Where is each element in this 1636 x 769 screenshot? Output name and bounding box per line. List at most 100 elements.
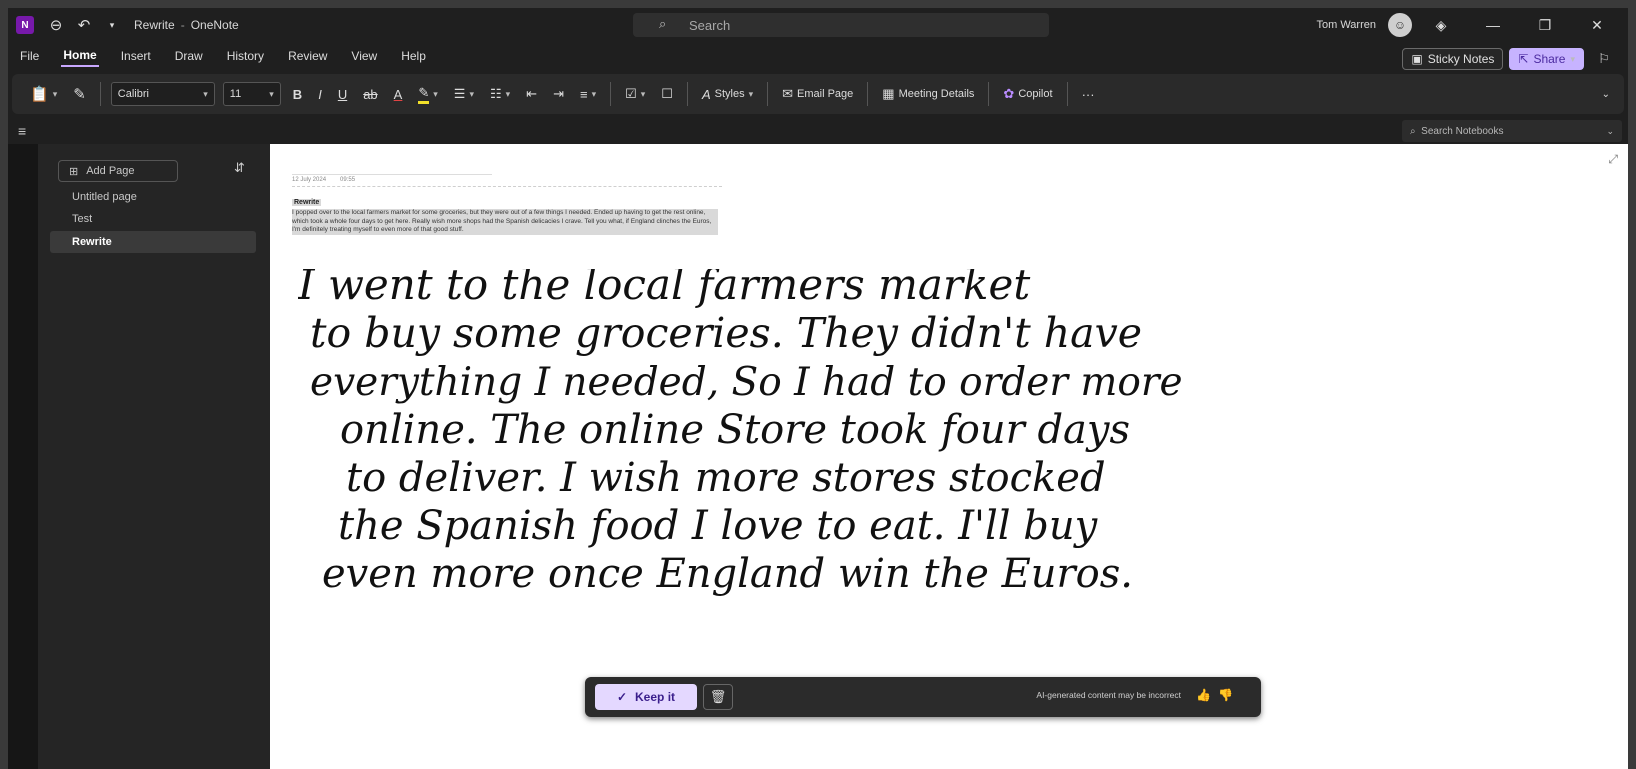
calendar-icon: ▦ (882, 86, 895, 101)
thumbs-down-icon[interactable]: 👎 (1218, 688, 1233, 702)
handwritten-ink[interactable]: I went to the local farmers market to bu… (297, 260, 1218, 629)
sticky-notes-button[interactable]: ▣ Sticky Notes (1402, 48, 1504, 70)
font-color-button[interactable]: A (386, 80, 411, 108)
page-item-test[interactable]: Test (50, 208, 256, 230)
diamond-rewards-icon[interactable]: ◈ (1418, 10, 1464, 40)
thumbs-up-icon[interactable]: 👍 (1196, 688, 1211, 702)
meeting-details-button[interactable]: ▦ Meeting Details (874, 80, 982, 108)
notebook-search-placeholder: Search Notebooks (1421, 125, 1504, 137)
menu-file[interactable]: File (18, 46, 41, 66)
expand-ribbon-icon[interactable]: ⌄ (1594, 80, 1618, 108)
highlight-icon[interactable]: ✎ ▾ (410, 80, 445, 108)
back-icon[interactable]: ⊖ (42, 11, 70, 39)
divider (610, 82, 612, 106)
chevron-down-icon: ▾ (269, 88, 274, 99)
font-size-select[interactable]: 11 ▾ (222, 82, 281, 106)
copilot-label: Copilot (1018, 88, 1053, 100)
bullet-list-icon[interactable]: ☰ ▾ (446, 80, 482, 108)
ink-line: even more once England win the Euros. (322, 551, 1133, 597)
close-button[interactable]: ✕ (1574, 10, 1620, 40)
discard-button[interactable]: 🗑 (703, 684, 733, 710)
share-button[interactable]: ⇱ Share ▾ (1509, 48, 1584, 70)
align-icon[interactable]: ≡ ▾ (572, 80, 604, 108)
note-canvas[interactable]: ⤢ 12 July 2024 09:55 Rewrite I popped ov… (270, 144, 1628, 769)
format-painter-icon[interactable]: ✎ (65, 80, 94, 108)
email-page-button[interactable]: ✉ Email Page (774, 80, 861, 108)
checkmark-icon: ✓ (616, 690, 628, 704)
copilot-button[interactable]: ✿ Copilot (995, 80, 1060, 108)
share-icon: ⇱ (1518, 52, 1529, 66)
font-size-value: 11 (229, 88, 242, 100)
styles-label: Styles (714, 88, 745, 100)
share-label: Share (1533, 52, 1566, 66)
restore-button[interactable]: ❐ (1522, 10, 1568, 40)
menu-review[interactable]: Review (286, 46, 329, 66)
font-name-select[interactable]: Calibri ▾ (110, 82, 215, 106)
search-input[interactable]: ⌕ Search (633, 13, 1049, 37)
menu-draw[interactable]: Draw (173, 46, 205, 66)
strikethrough-button[interactable]: ab (355, 80, 385, 108)
add-page-button[interactable]: ⊞ Add Page (58, 160, 178, 182)
menu-bar: File Home Insert Draw History Review Vie… (8, 42, 1628, 70)
title-bar: N ⊖ ↶ ▾ Rewrite - OneNote ⌕ Search Tom War… (8, 8, 1628, 42)
add-page-icon: ⊞ (69, 165, 79, 178)
fullscreen-icon[interactable]: ⤢ (1608, 152, 1618, 167)
increase-indent-icon[interactable]: ⇥ (545, 80, 572, 108)
sticky-notes-label: Sticky Notes (1427, 52, 1495, 66)
note-title: Rewrite (292, 199, 322, 206)
chevron-down-icon: ▾ (1570, 53, 1575, 64)
styles-icon: A (701, 86, 711, 102)
notebook-search-input[interactable]: ⌕ Search Notebooks ⌄ (1402, 120, 1622, 142)
divider (686, 82, 688, 106)
email-page-label: Email Page (797, 88, 854, 100)
ai-disclaimer: AI-generated content may be incorrect (1036, 690, 1181, 700)
page-item-rewrite[interactable]: Rewrite (50, 231, 256, 253)
menu-help[interactable]: Help (399, 46, 428, 66)
menu-view[interactable]: View (349, 46, 379, 66)
tag-icon[interactable]: ☑ ▾ (617, 80, 653, 108)
sort-icon[interactable]: ⇵ (234, 160, 245, 176)
underline-button[interactable]: U (330, 80, 355, 108)
rewritten-note-container[interactable]: Rewrite I popped over to the local farme… (292, 186, 722, 235)
chevron-down-icon: ⌄ (1606, 125, 1614, 136)
page-item-untitled[interactable]: Untitled page (50, 186, 256, 208)
ink-line: everything I needed, So I had to order m… (310, 360, 1183, 405)
quick-access-dropdown-icon[interactable]: ▾ (98, 11, 126, 39)
menu-insert[interactable]: Insert (119, 46, 153, 66)
meeting-details-label: Meeting Details (898, 88, 975, 100)
chevron-down-icon: ▾ (748, 88, 754, 99)
search-icon: ⌕ (1410, 125, 1416, 137)
page-time: 09:55 (340, 177, 356, 183)
ink-line: to buy some groceries. They didn't have (310, 309, 1142, 357)
ink-line: the Spanish food I love to eat. I'll buy (338, 503, 1099, 549)
ink-line: I went to the local farmers market (298, 269, 1030, 309)
divider (988, 82, 990, 106)
keep-it-button[interactable]: ✓ Keep it (595, 684, 697, 710)
bold-button[interactable]: B (285, 80, 310, 108)
decrease-indent-icon[interactable]: ⇤ (518, 80, 545, 108)
onenote-window: N ⊖ ↶ ▾ Rewrite - OneNote ⌕ Search Tom War… (8, 8, 1628, 769)
hamburger-menu-icon[interactable]: ≡ (18, 123, 26, 139)
user-name[interactable]: Tom Warren (1317, 19, 1377, 31)
chevron-down-icon: ▾ (203, 88, 208, 99)
navigation-bar: ≡ ⌕ Search Notebooks ⌄ (8, 118, 1628, 144)
todo-icon[interactable]: ☐ (653, 80, 681, 108)
onenote-logo-icon: N (16, 16, 34, 34)
sticky-notes-icon: ▣ (1411, 52, 1423, 66)
document-title: Rewrite (134, 18, 175, 32)
keep-it-label: Keep it (635, 690, 676, 704)
paste-icon[interactable]: 📋 ▾ (22, 80, 65, 108)
menu-history[interactable]: History (225, 46, 266, 66)
ink-drawing: I went to the local farmers market to bu… (297, 260, 1183, 597)
avatar[interactable]: ☺ (1388, 13, 1412, 37)
menu-home[interactable]: Home (61, 45, 99, 67)
ai-suggestion-bar: ✓ Keep it 🗑 AI-generated content may be … (585, 677, 1261, 717)
undo-icon[interactable]: ↶ (70, 11, 98, 39)
italic-button[interactable]: I (310, 80, 330, 108)
numbered-list-icon[interactable]: ☷ ▾ (482, 80, 518, 108)
divider (767, 82, 769, 106)
more-options-button[interactable]: ··· (1074, 80, 1103, 108)
feedback-icon[interactable]: ⚐ (1590, 45, 1618, 73)
minimize-button[interactable]: — (1470, 10, 1516, 40)
styles-button[interactable]: A Styles ▾ (694, 80, 761, 108)
